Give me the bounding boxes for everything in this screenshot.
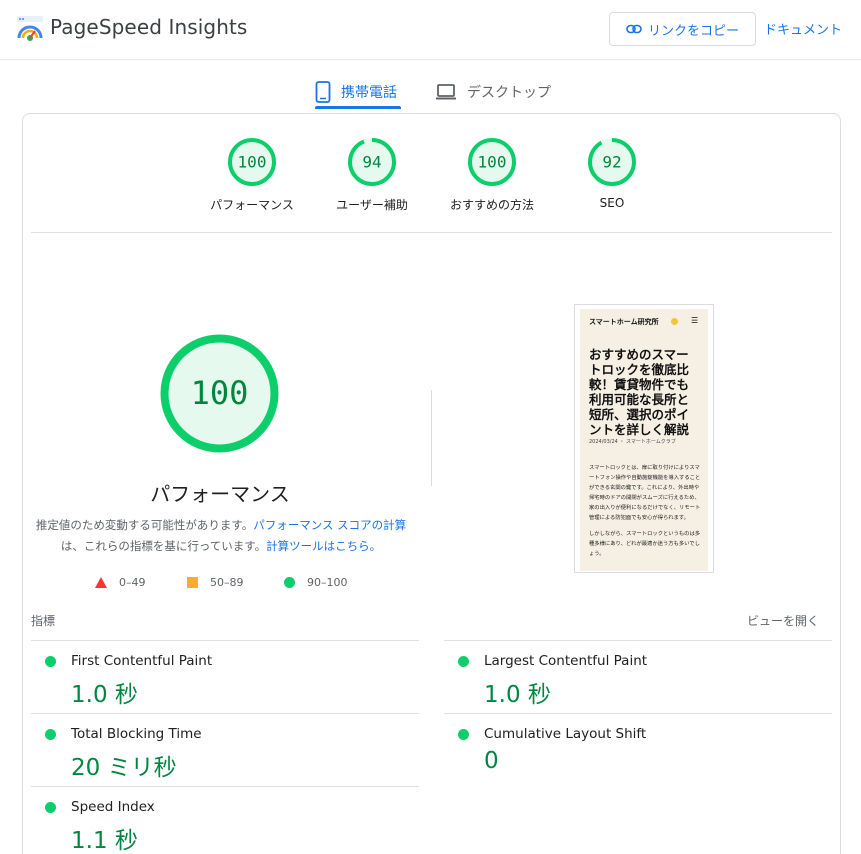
copy-link-label: リンクをコピー	[647, 23, 739, 39]
gauge-label: おすすめの方法	[449, 198, 534, 212]
score-calc-link[interactable]: パフォーマンス スコアの計算	[253, 518, 406, 532]
metric-value: 1.0 秒	[484, 682, 551, 708]
metric-speed-index: Speed Index 1.1 秒	[31, 786, 419, 854]
performance-score-value: 100	[191, 374, 249, 412]
gauge-value: 92	[602, 153, 621, 172]
top-header: PageSpeed Insights リンクをコピー ドキュメント	[0, 0, 861, 60]
metric-fcp: First Contentful Paint 1.0 秒	[31, 640, 419, 714]
tab-desktop-label: デスクトップ	[467, 85, 551, 101]
score-ring: 100	[228, 138, 276, 186]
tab-mobile[interactable]: 携帯電話	[315, 74, 397, 110]
pass-status-icon	[45, 729, 56, 740]
vertical-divider	[431, 390, 432, 486]
metric-name: Largest Contentful Paint	[484, 653, 648, 669]
legend-pass: 90–100	[284, 576, 348, 589]
gauge-label: パフォーマンス	[210, 198, 294, 212]
circle-icon	[284, 577, 295, 588]
thumbnail-page: スマートホーム研究所 ☰ おすすめのスマートロックを徹底比較！賃貸物件でも利用可…	[580, 309, 708, 571]
sun-icon	[671, 318, 678, 325]
app-title[interactable]: PageSpeed Insights	[50, 15, 247, 39]
calculator-link[interactable]: 計算ツールはこちら。	[266, 539, 381, 553]
score-ring: 100	[468, 138, 516, 186]
pass-status-icon	[45, 656, 56, 667]
gauges-divider	[31, 232, 832, 233]
smartphone-icon	[315, 81, 331, 103]
legend-pass-label: 90–100	[307, 576, 348, 589]
gauge-label: ユーザー補助	[336, 198, 408, 212]
pass-status-icon	[458, 729, 469, 740]
square-icon	[187, 577, 198, 588]
gauge-seo[interactable]: 92 SEO	[552, 137, 672, 210]
metric-value: 20 ミリ秒	[71, 755, 177, 781]
gauge-performance[interactable]: 100 パフォーマンス	[192, 137, 312, 213]
copy-link-button[interactable]: リンクをコピー	[609, 12, 756, 46]
metric-name: Cumulative Layout Shift	[484, 726, 647, 742]
score-note: 推定値のため変動する可能性があります。パフォーマンス スコアの計算は、これらの指…	[31, 515, 411, 557]
laptop-icon	[436, 84, 456, 100]
legend-average: 50–89	[187, 576, 244, 589]
docs-link[interactable]: ドキュメント	[764, 19, 842, 38]
score-ring: 92	[588, 138, 636, 186]
active-tab-indicator	[315, 106, 401, 109]
pagespeed-logo-icon[interactable]	[16, 14, 44, 42]
gauge-best-practices[interactable]: 100 おすすめの方法	[432, 137, 552, 213]
metric-name: First Contentful Paint	[71, 653, 213, 669]
metric-value: 1.0 秒	[71, 682, 138, 708]
thumbnail-headline: おすすめのスマートロックを徹底比較！賃貸物件でも利用可能な長所と短所、選択のポイ…	[589, 347, 690, 437]
pass-status-icon	[458, 656, 469, 667]
thumbnail-body: スマートロックとは、扉に取り付けによりスマートフォン操作や自動施錠機能を導入する…	[589, 463, 703, 559]
thumbnail-paragraph: しかしながら、スマートロックというものは多種多様にあり、どれが最適か迷う方も多い…	[589, 531, 701, 557]
hamburger-icon: ☰	[691, 316, 699, 325]
metric-name: Speed Index	[71, 799, 155, 815]
metric-value: 0	[484, 748, 499, 774]
metric-lcp: Largest Contentful Paint 1.0 秒	[444, 640, 832, 714]
legend-fail: 0–49	[95, 576, 146, 589]
gauge-value: 100	[478, 153, 507, 172]
metric-tbt: Total Blocking Time 20 ミリ秒	[31, 713, 419, 787]
gauge-accessibility[interactable]: 94 ユーザー補助	[312, 137, 432, 213]
performance-title: パフォーマンス	[150, 482, 290, 506]
thumbnail-site-name: スマートホーム研究所	[589, 318, 659, 326]
gauge-label: SEO	[599, 196, 625, 210]
legend-average-label: 50–89	[210, 576, 244, 589]
gauge-value: 100	[238, 153, 267, 172]
metric-name: Total Blocking Time	[71, 726, 202, 742]
legend-fail-label: 0–49	[119, 576, 146, 589]
pass-status-icon	[45, 802, 56, 813]
note-text-middle: は、これらの指標を基に行っています。	[60, 539, 267, 553]
score-ring: 94	[348, 138, 396, 186]
note-text: 推定値のため変動する可能性があります。	[35, 518, 254, 532]
tab-desktop[interactable]: デスクトップ	[435, 74, 551, 110]
gauge-value: 94	[362, 153, 381, 172]
metric-value: 1.1 秒	[71, 828, 138, 854]
metric-cls: Cumulative Layout Shift 0	[444, 713, 832, 787]
performance-score-gauge: 100	[160, 334, 279, 453]
expand-view-toggle[interactable]: ビューを開く	[747, 612, 819, 629]
thumbnail-date: 2024/03/24 ・ スマートホームクラブ	[589, 439, 676, 445]
tab-mobile-label: 携帯電話	[341, 85, 397, 101]
metrics-label: 指標	[31, 614, 56, 628]
page-screenshot-thumbnail[interactable]: スマートホーム研究所 ☰ おすすめのスマートロックを徹底比較！賃貸物件でも利用可…	[574, 304, 714, 573]
link-icon	[626, 24, 642, 34]
triangle-icon	[95, 577, 107, 588]
thumbnail-paragraph: スマートロックとは、扉に取り付けによりスマートフォン操作や自動施錠機能を導入する…	[589, 465, 701, 521]
